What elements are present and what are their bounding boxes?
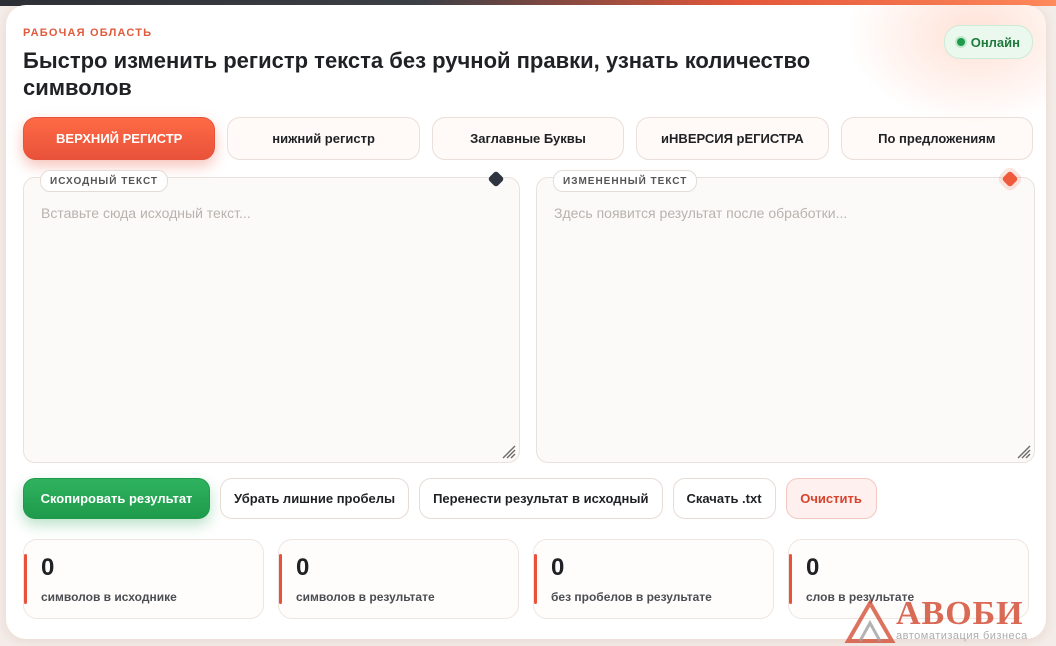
stat-card-result-words: 0 слов в результате — [788, 539, 1029, 619]
stats-row: 0 символов в исходнике 0 символов в резу… — [23, 539, 1029, 619]
trim-spaces-button[interactable]: Убрать лишние пробелы — [220, 478, 410, 519]
source-panel: ИСХОДНЫЙ ТЕКСТ — [23, 170, 520, 463]
move-to-source-button[interactable]: Перенести результат в исходный — [419, 478, 663, 519]
result-textarea[interactable] — [537, 178, 1034, 462]
case-mode-tabs: ВЕРХНИЙ РЕГИСТР нижний регистр Заглавные… — [23, 117, 1034, 160]
stat-label: слов в результате — [806, 590, 915, 604]
mode-upper-button[interactable]: ВЕРХНИЙ РЕГИСТР — [23, 117, 216, 160]
status-label: Онлайн — [970, 34, 1020, 50]
stat-card-source-chars: 0 символов в исходнике — [23, 539, 264, 619]
result-panel: ИЗМЕНЕННЫЙ ТЕКСТ — [536, 170, 1035, 463]
mode-sentence-button[interactable]: По предложениям — [840, 117, 1034, 160]
section-eyebrow: РАБОЧАЯ ОБЛАСТЬ — [23, 27, 153, 39]
stat-label: символов в исходнике — [41, 590, 177, 604]
workspace-card: РАБОЧАЯ ОБЛАСТЬ Быстро изменить регистр … — [6, 5, 1046, 639]
source-textarea[interactable] — [24, 178, 519, 462]
mode-lower-button[interactable]: нижний регистр — [227, 117, 420, 160]
stat-card-result-chars: 0 символов в результате — [278, 539, 519, 619]
status-badge: Онлайн — [943, 25, 1033, 59]
stat-value: 0 — [551, 554, 565, 581]
stat-label: символов в результате — [296, 590, 435, 604]
stat-value: 0 — [806, 554, 820, 581]
resize-handle-icon[interactable] — [1013, 441, 1031, 459]
clear-button[interactable]: Очистить — [785, 478, 877, 519]
stat-card-result-no-spaces: 0 без пробелов в результате — [533, 539, 774, 619]
mode-title-button[interactable]: Заглавные Буквы — [431, 117, 625, 160]
status-dot-icon — [956, 38, 965, 46]
mode-inverse-button[interactable]: иНВЕРСИЯ рЕГИСТРА — [636, 117, 829, 160]
source-label: ИСХОДНЫЙ ТЕКСТ — [40, 170, 169, 192]
stat-label: без пробелов в результате — [551, 590, 712, 604]
page-title: Быстро изменить регистр текста без ручно… — [23, 48, 811, 100]
copy-result-button[interactable]: Скопировать результат — [23, 478, 210, 519]
action-bar: Скопировать результат Убрать лишние проб… — [23, 478, 877, 519]
download-txt-button[interactable]: Скачать .txt — [672, 478, 776, 519]
result-label: ИЗМЕНЕННЫЙ ТЕКСТ — [553, 170, 698, 192]
stat-value: 0 — [41, 554, 55, 581]
stat-value: 0 — [296, 554, 310, 581]
resize-handle-icon[interactable] — [498, 441, 516, 459]
